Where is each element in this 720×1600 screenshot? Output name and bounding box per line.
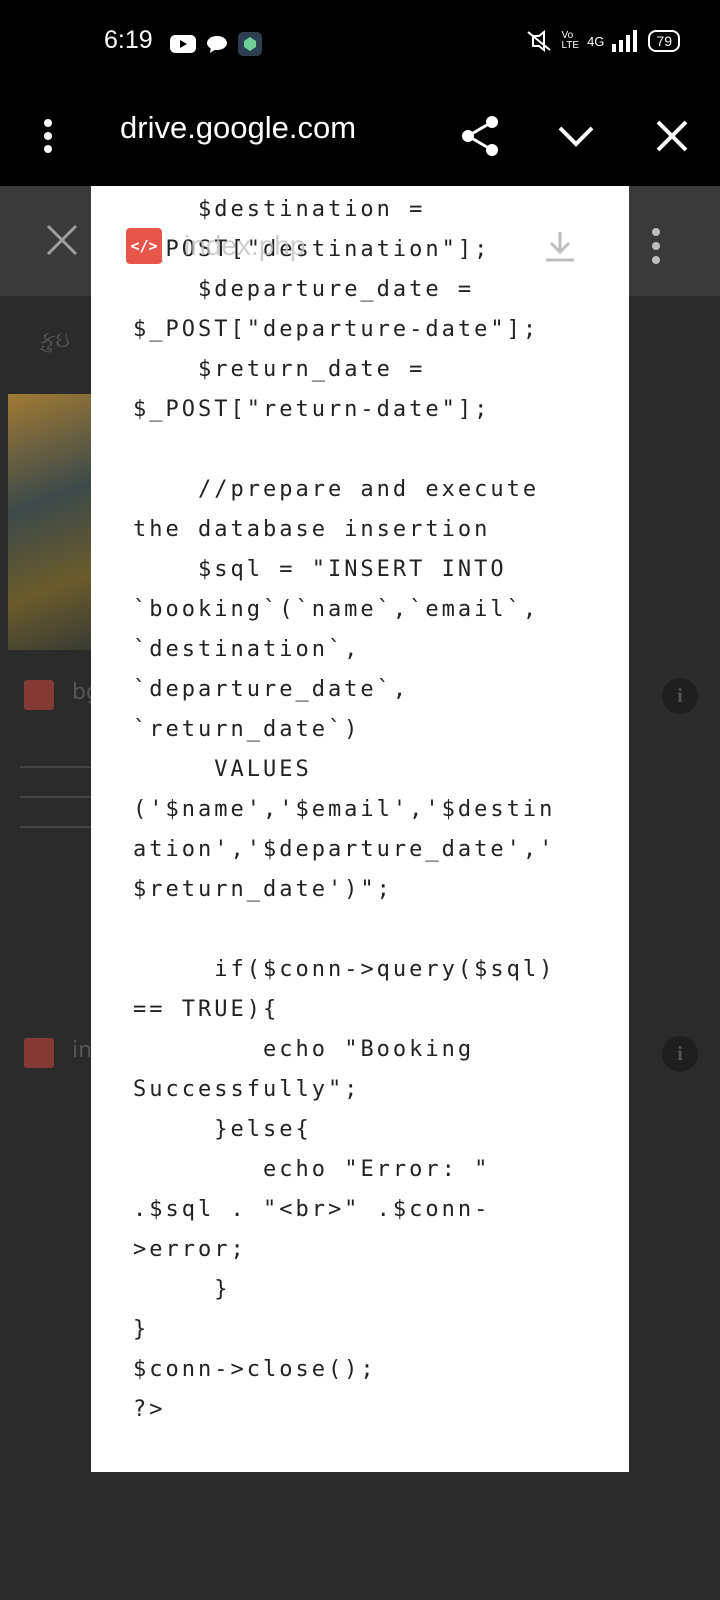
network-type: 4G xyxy=(587,33,605,49)
url-text[interactable]: drive.google.com xyxy=(120,110,356,146)
close-icon[interactable] xyxy=(650,114,694,158)
status-time: 6:19 xyxy=(104,26,153,54)
browser-toolbar: drive.google.com xyxy=(0,88,720,186)
chat-bubble-icon xyxy=(207,36,227,53)
image-file-icon xyxy=(24,680,54,710)
code-content: $destination = $_POST["destination"]; $d… xyxy=(133,197,556,1422)
code-preview-sheet: $destination = $_POST["destination"]; $d… xyxy=(91,186,629,1472)
share-icon[interactable] xyxy=(458,114,502,158)
system-status-icons: Vo LTE 4G 79 xyxy=(525,30,680,52)
youtube-icon xyxy=(170,35,196,53)
more-vert-icon[interactable] xyxy=(26,114,70,158)
info-icon[interactable]: i xyxy=(662,678,698,714)
info-icon[interactable]: i xyxy=(662,1036,698,1072)
mute-icon xyxy=(527,30,552,52)
app-icon xyxy=(238,32,262,56)
chevron-down-icon[interactable] xyxy=(554,114,598,158)
battery-indicator: 79 xyxy=(648,30,680,52)
volte-icon: Vo LTE xyxy=(561,30,580,51)
notification-icons xyxy=(170,32,262,56)
bg-file-label-2[interactable]: in xyxy=(72,1038,92,1063)
bg-section-label: કુ઼ઇ xyxy=(40,328,70,353)
status-bar: 6:19 Vo LTE 4G 79 xyxy=(0,0,720,88)
signal-icon xyxy=(612,30,638,52)
code-file-icon xyxy=(24,1038,54,1068)
